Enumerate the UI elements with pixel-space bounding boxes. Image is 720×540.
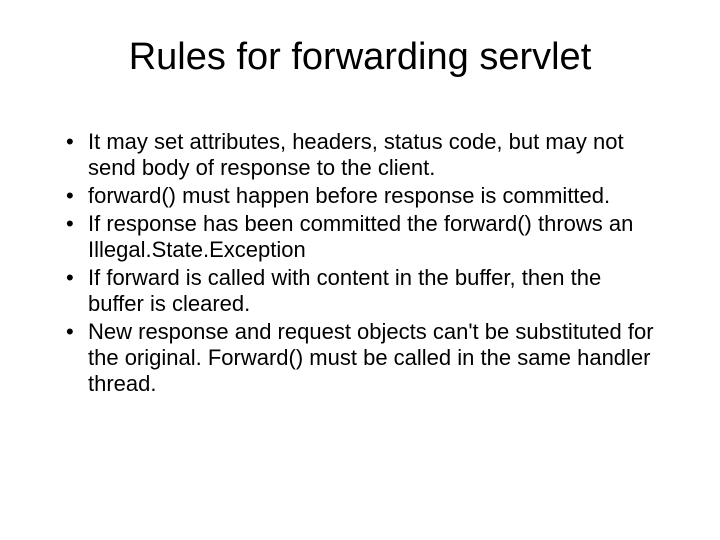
bullet-list: It may set attributes, headers, status c… — [60, 129, 660, 397]
list-item: If response has been committed the forwa… — [60, 211, 660, 263]
list-item: forward() must happen before response is… — [60, 183, 660, 209]
slide-title: Rules for forwarding servlet — [60, 36, 660, 79]
list-item: If forward is called with content in the… — [60, 265, 660, 317]
list-item: It may set attributes, headers, status c… — [60, 129, 660, 181]
list-item: New response and request objects can't b… — [60, 319, 660, 397]
